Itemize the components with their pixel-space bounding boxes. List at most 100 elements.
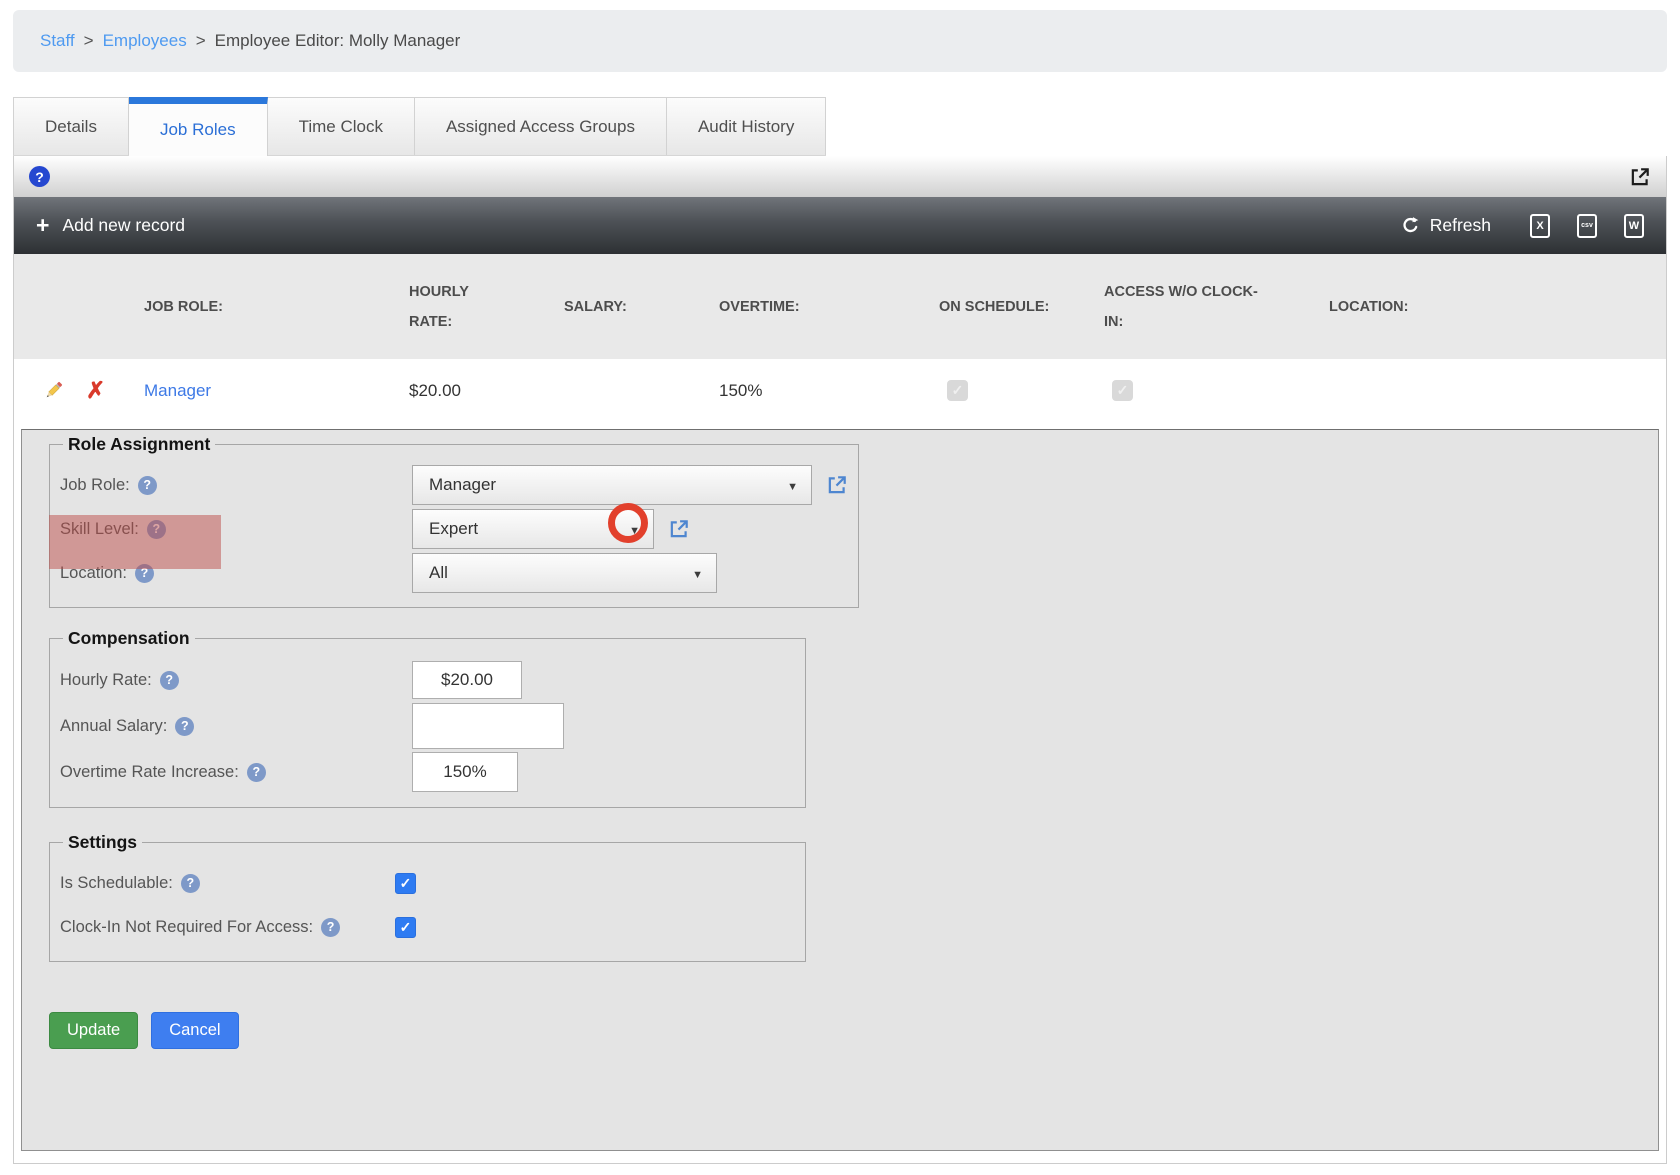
help-icon[interactable] bbox=[29, 166, 50, 187]
form-buttons: Update Cancel bbox=[49, 1012, 1658, 1049]
annual-salary-label: Annual Salary: bbox=[60, 717, 167, 736]
is-schedulable-label: Is Schedulable: bbox=[60, 874, 173, 893]
header-access-wo-clockin: ACCESS W/O CLOCK-IN: bbox=[1094, 277, 1319, 337]
export-csv-icon[interactable]: csv bbox=[1577, 214, 1597, 238]
tab-job-roles[interactable]: Job Roles bbox=[129, 97, 268, 156]
job-role-field-row: Job Role: Manager bbox=[60, 463, 848, 507]
clockin-not-required-help-icon[interactable] bbox=[321, 918, 340, 937]
breadcrumb-link-staff[interactable]: Staff bbox=[40, 31, 75, 51]
overtime-rate-label: Overtime Rate Increase: bbox=[60, 763, 239, 782]
job-role-select[interactable]: Manager bbox=[412, 465, 812, 505]
clockin-not-required-checkbox[interactable] bbox=[395, 917, 416, 938]
update-button[interactable]: Update bbox=[49, 1012, 138, 1049]
tab-assigned-access-groups[interactable]: Assigned Access Groups bbox=[415, 97, 667, 155]
tab-audit-history[interactable]: Audit History bbox=[667, 97, 826, 155]
annual-salary-field-row: Annual Salary: bbox=[60, 703, 795, 749]
row-job-role-cell: Manager bbox=[114, 381, 399, 401]
export-word-icon[interactable]: W bbox=[1624, 214, 1644, 238]
job-roles-grid: Add new record Refresh X csv W bbox=[13, 156, 1667, 1164]
job-role-external-link-icon[interactable] bbox=[826, 474, 848, 496]
overtime-rate-control bbox=[412, 752, 795, 792]
role-assignment-section: Role Assignment Job Role: Manager bbox=[49, 434, 859, 608]
grid-utility-bar bbox=[14, 156, 1666, 197]
overtime-rate-help-icon[interactable] bbox=[247, 763, 266, 782]
export-word-letter: W bbox=[1629, 220, 1639, 232]
tab-time-clock[interactable]: Time Clock bbox=[268, 97, 415, 155]
header-job-role: JOB ROLE: bbox=[114, 292, 399, 322]
cancel-button[interactable]: Cancel bbox=[151, 1012, 238, 1049]
overtime-rate-input[interactable] bbox=[412, 752, 518, 792]
access-wo-clockin-checkbox bbox=[1112, 380, 1133, 401]
clockin-not-required-label-group: Clock-In Not Required For Access: bbox=[60, 918, 395, 937]
table-header-row: JOB ROLE: HOURLY RATE: SALARY: OVERTIME:… bbox=[14, 254, 1666, 359]
skill-level-select[interactable]: Expert bbox=[412, 509, 654, 549]
overtime-rate-field-row: Overtime Rate Increase: bbox=[60, 749, 795, 795]
breadcrumb-separator: > bbox=[84, 31, 94, 51]
refresh-button[interactable]: Refresh bbox=[1401, 215, 1491, 236]
hourly-rate-help-icon[interactable] bbox=[160, 671, 179, 690]
overtime-rate-label-group: Overtime Rate Increase: bbox=[60, 763, 412, 782]
refresh-label: Refresh bbox=[1430, 215, 1491, 236]
job-role-link[interactable]: Manager bbox=[144, 381, 211, 400]
open-in-new-window-icon[interactable] bbox=[1629, 166, 1651, 188]
hourly-rate-input[interactable] bbox=[412, 661, 522, 699]
clockin-not-required-field-row: Clock-In Not Required For Access: bbox=[60, 905, 795, 949]
job-role-help-icon[interactable] bbox=[138, 476, 157, 495]
row-access-wo-clockin-cell bbox=[1094, 380, 1319, 401]
header-hourly-rate: HOURLY RATE: bbox=[399, 277, 554, 337]
export-excel-icon[interactable]: X bbox=[1530, 214, 1550, 238]
location-control: All bbox=[412, 553, 848, 593]
row-actions-cell bbox=[14, 379, 114, 402]
header-on-schedule: ON SCHEDULE: bbox=[929, 292, 1094, 322]
annual-salary-label-group: Annual Salary: bbox=[60, 717, 412, 736]
add-new-record-button[interactable]: Add new record bbox=[36, 214, 185, 238]
clockin-not-required-control bbox=[395, 917, 795, 938]
location-help-icon[interactable] bbox=[135, 564, 154, 583]
role-assignment-legend: Role Assignment bbox=[63, 434, 215, 455]
breadcrumb: Staff > Employees > Employee Editor: Mol… bbox=[13, 10, 1667, 72]
skill-level-field-row: Skill Level: Expert bbox=[60, 507, 848, 551]
settings-section: Settings Is Schedulable: Clock-In Not Re… bbox=[49, 832, 806, 962]
header-salary: SALARY: bbox=[554, 292, 709, 322]
skill-level-selected-value: Expert bbox=[429, 519, 478, 539]
add-new-record-label: Add new record bbox=[62, 215, 185, 236]
job-role-control: Manager bbox=[412, 465, 848, 505]
is-schedulable-field-row: Is Schedulable: bbox=[60, 861, 795, 905]
toolbar-right-group: Refresh X csv W bbox=[1401, 214, 1644, 238]
job-role-label-group: Job Role: bbox=[60, 476, 412, 495]
grid-toolbar: Add new record Refresh X csv W bbox=[14, 197, 1666, 254]
breadcrumb-link-employees[interactable]: Employees bbox=[103, 31, 187, 51]
is-schedulable-help-icon[interactable] bbox=[181, 874, 200, 893]
row-on-schedule-cell bbox=[929, 380, 1094, 401]
skill-level-label: Skill Level: bbox=[60, 520, 139, 539]
annual-salary-help-icon[interactable] bbox=[175, 717, 194, 736]
skill-level-external-link-icon[interactable] bbox=[668, 518, 690, 540]
tab-details[interactable]: Details bbox=[13, 97, 129, 155]
compensation-section: Compensation Hourly Rate: Annual Salary: bbox=[49, 628, 806, 808]
location-label-group: Location: bbox=[60, 564, 412, 583]
edit-pencil-icon[interactable] bbox=[42, 379, 65, 402]
plus-icon bbox=[36, 214, 49, 238]
export-excel-letter: X bbox=[1536, 220, 1543, 232]
hourly-rate-control bbox=[412, 661, 795, 699]
delete-x-icon[interactable] bbox=[86, 379, 105, 402]
breadcrumb-separator: > bbox=[196, 31, 206, 51]
annual-salary-input[interactable] bbox=[412, 703, 564, 749]
compensation-legend: Compensation bbox=[63, 628, 195, 649]
location-select[interactable]: All bbox=[412, 553, 717, 593]
job-role-label: Job Role: bbox=[60, 476, 130, 495]
annual-salary-control bbox=[412, 703, 795, 749]
tab-bar: Details Job Roles Time Clock Assigned Ac… bbox=[13, 97, 826, 156]
chevron-down-icon bbox=[629, 519, 640, 539]
skill-level-label-group: Skill Level: bbox=[60, 520, 412, 539]
job-role-selected-value: Manager bbox=[429, 475, 496, 495]
row-hourly-rate-cell: $20.00 bbox=[399, 381, 554, 401]
hourly-rate-label-group: Hourly Rate: bbox=[60, 671, 412, 690]
location-label: Location: bbox=[60, 564, 127, 583]
dropdown-annotation-circle bbox=[608, 503, 648, 543]
on-schedule-checkbox bbox=[947, 380, 968, 401]
is-schedulable-checkbox[interactable] bbox=[395, 873, 416, 894]
chevron-down-icon bbox=[692, 563, 703, 583]
skill-level-help-icon[interactable] bbox=[147, 520, 166, 539]
header-location: LOCATION: bbox=[1319, 292, 1666, 322]
